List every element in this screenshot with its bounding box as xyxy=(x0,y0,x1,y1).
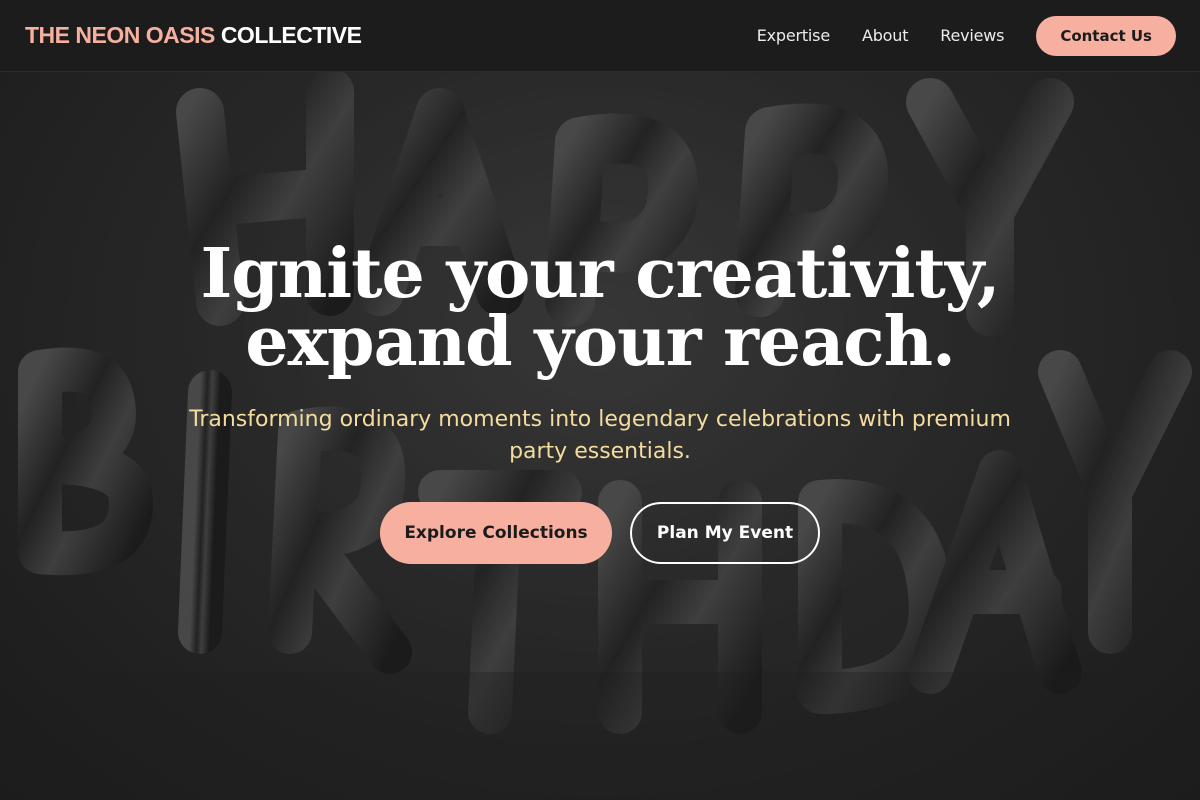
brand-logo[interactable]: THE NEON OASIS COLLECTIVE xyxy=(25,22,362,49)
hero-headline-line-1: Ignite your creativity, xyxy=(200,234,1000,314)
page: THE NEON OASIS COLLECTIVE Expertise Abou… xyxy=(0,0,1200,800)
hero-content: Ignite your creativity, expand your reac… xyxy=(0,240,1200,564)
contact-us-button[interactable]: Contact Us xyxy=(1036,15,1176,56)
nav-link-reviews[interactable]: Reviews xyxy=(940,26,1004,45)
hero-buttons: Explore Collections Plan My Event xyxy=(0,502,1200,564)
hero-headline: Ignite your creativity, expand your reac… xyxy=(0,240,1200,376)
main-nav: Expertise About Reviews Contact Us xyxy=(757,15,1176,56)
logo-accent-text: THE NEON OASIS xyxy=(25,22,215,48)
hero-subtitle: Transforming ordinary moments into legen… xyxy=(189,407,1011,464)
site-header: THE NEON OASIS COLLECTIVE Expertise Abou… xyxy=(0,0,1200,72)
logo-rest-text: COLLECTIVE xyxy=(220,22,362,48)
nav-link-about[interactable]: About xyxy=(862,26,909,45)
hero-headline-line-2: expand your reach. xyxy=(245,302,956,382)
hero-section: Ignite your creativity, expand your reac… xyxy=(0,72,1200,800)
nav-link-expertise[interactable]: Expertise xyxy=(757,26,830,45)
plan-my-event-button[interactable]: Plan My Event xyxy=(630,502,820,564)
explore-collections-button[interactable]: Explore Collections xyxy=(380,502,612,564)
